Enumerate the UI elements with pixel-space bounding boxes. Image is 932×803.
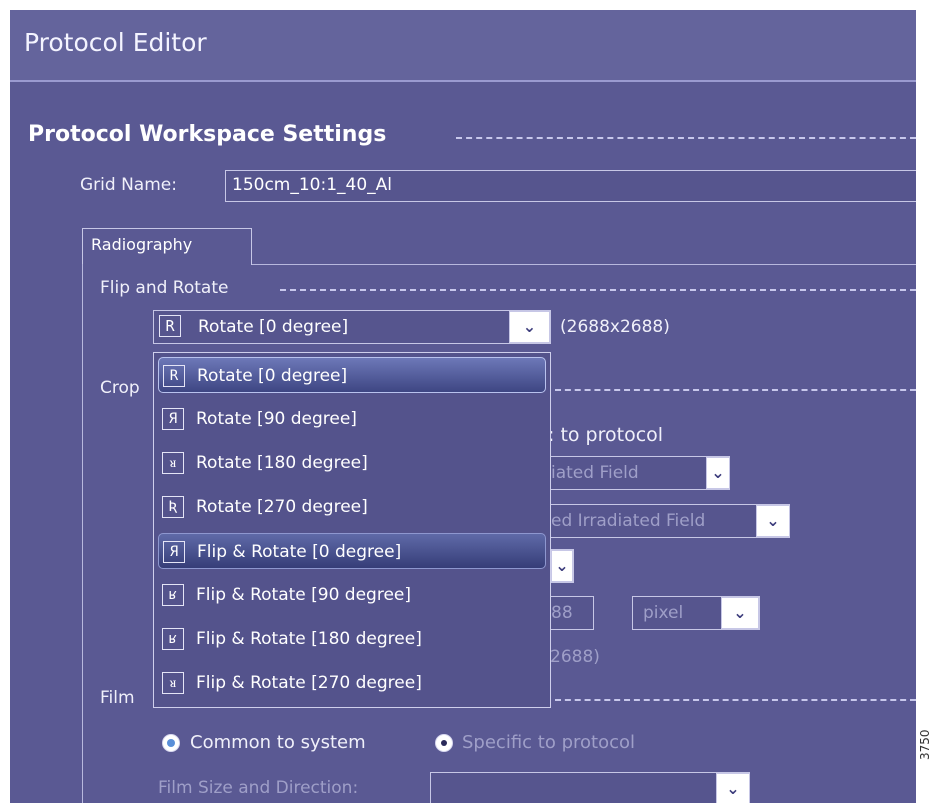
chevron-down-icon[interactable]: ⌄ <box>509 311 550 343</box>
flip-rotate-label: Flip and Rotate <box>100 278 229 298</box>
tab-radiography[interactable]: Radiography <box>82 228 252 265</box>
option-label: Rotate [0 degree] <box>197 366 348 386</box>
option-rotate-270[interactable]: Ʀ Rotate [270 degree] <box>158 489 546 525</box>
option-flip-rotate-180[interactable]: ʁ Flip & Rotate [180 degree] <box>158 621 546 657</box>
chevron-down-icon[interactable]: ⌄ <box>721 597 759 629</box>
flip-rotate-dropdown-list: R Rotate [0 degree] Я Rotate [90 degree]… <box>153 352 551 708</box>
crop-label: Crop <box>100 378 140 398</box>
crop-specific-option[interactable]: : to protocol <box>548 424 663 446</box>
tab-radiography-label: Radiography <box>91 235 193 254</box>
chevron-down-icon[interactable]: ⌄ <box>551 550 573 582</box>
film-size-select[interactable]: ⌄ <box>430 772 750 803</box>
radio-common-to-system[interactable] <box>162 734 180 752</box>
unit-select[interactable]: pixel ⌄ <box>632 596 760 630</box>
film-size-label: Film Size and Direction: <box>158 778 359 798</box>
tab-panel-border <box>82 264 83 803</box>
option-label: Rotate [270 degree] <box>196 497 368 517</box>
rotate-0-icon: R <box>159 315 181 337</box>
window-title: Protocol Editor <box>24 28 207 57</box>
crop-irradiated-value: ed Irradiated Field <box>551 511 706 531</box>
section-title: Protocol Workspace Settings <box>28 122 387 147</box>
grid-name-field[interactable]: 150cm_10:1_40_Al <box>225 170 916 202</box>
grid-name-label: Grid Name: <box>80 175 177 195</box>
option-rotate-90[interactable]: Я Rotate [90 degree] <box>158 401 546 437</box>
common-to-system-label: Common to system <box>190 732 366 753</box>
chevron-down-icon[interactable]: ⌄ <box>756 505 790 537</box>
flip-rotate-0-icon: Я <box>163 541 185 563</box>
crop-irradiated-select[interactable]: ed Irradiated Field ⌄ <box>530 504 790 538</box>
resolution-text: (2688x2688) <box>560 317 670 337</box>
flip-rotate-divider <box>280 289 916 291</box>
crop-small-select[interactable]: ⌄ <box>550 549 574 583</box>
crop-dimensions: 2688) <box>550 647 600 667</box>
film-divider <box>555 699 916 701</box>
flip-rotate-select[interactable]: R Rotate [0 degree] ⌄ <box>153 310 551 344</box>
option-label: Flip & Rotate [0 degree] <box>197 542 402 562</box>
flip-rotate-270-icon: ᴚ <box>162 672 184 694</box>
title-bar: Protocol Editor <box>10 10 916 82</box>
radio-specific-to-protocol[interactable] <box>435 734 453 752</box>
option-label: Rotate [90 degree] <box>196 409 357 429</box>
option-flip-rotate-90[interactable]: ʁ Flip & Rotate [90 degree] <box>158 577 546 613</box>
flip-rotate-180-icon: ʁ <box>162 628 184 650</box>
crop-field-select[interactable]: iated Field ⌄ <box>530 456 730 490</box>
crop-field-value: iated Field <box>551 463 639 483</box>
option-label: Rotate [180 degree] <box>196 453 368 473</box>
chevron-down-icon[interactable]: ⌄ <box>716 773 750 803</box>
option-label: Flip & Rotate [180 degree] <box>196 629 422 649</box>
chevron-down-icon[interactable]: ⌄ <box>706 457 730 489</box>
crop-divider <box>555 389 916 391</box>
crop-value: 88 <box>551 603 573 623</box>
rotate-90-icon: Я <box>162 408 184 430</box>
option-rotate-180[interactable]: ᴚ Rotate [180 degree] <box>158 445 546 481</box>
unit-value: pixel <box>643 603 684 623</box>
rotate-270-icon: Ʀ <box>162 496 184 518</box>
flip-rotate-90-icon: ʁ <box>162 584 184 606</box>
figure-number: 3750 <box>918 729 932 760</box>
option-flip-rotate-270[interactable]: ᴚ Flip & Rotate [270 degree] <box>158 665 546 701</box>
option-flip-rotate-0[interactable]: Я Flip & Rotate [0 degree] <box>158 533 546 569</box>
grid-name-value: 150cm_10:1_40_Al <box>232 175 393 195</box>
protocol-editor-window: Protocol Editor Protocol Workspace Setti… <box>10 10 916 803</box>
flip-rotate-selected-value: Rotate [0 degree] <box>198 317 349 337</box>
rotate-0-icon: R <box>163 365 185 387</box>
film-label: Film <box>100 688 135 708</box>
option-label: Flip & Rotate [270 degree] <box>196 673 422 693</box>
specific-to-protocol-label: Specific to protocol <box>462 732 635 753</box>
option-rotate-0[interactable]: R Rotate [0 degree] <box>158 357 546 393</box>
section-divider <box>456 137 916 139</box>
option-label: Flip & Rotate [90 degree] <box>196 585 412 605</box>
rotate-180-icon: ᴚ <box>162 452 184 474</box>
